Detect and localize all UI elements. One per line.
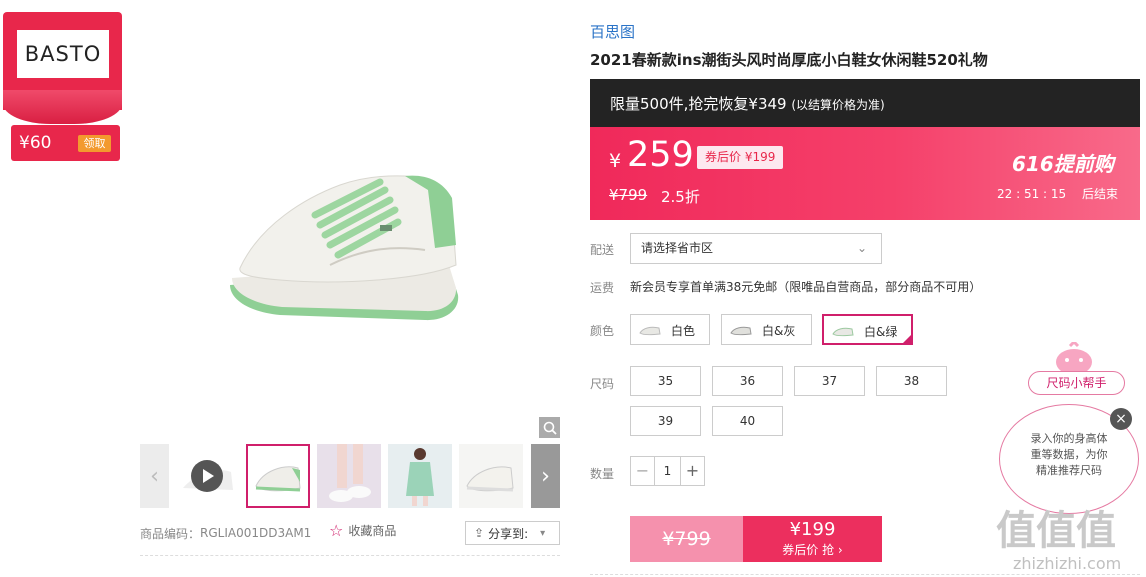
selected-check-icon (901, 333, 913, 345)
bubble-line: 录入你的身高体 (1030, 432, 1108, 445)
shipping-text: 新会员专享首单满38元免邮（限唯品自营商品，部分商品不可用） (630, 280, 982, 294)
share-dropdown[interactable]: ⇪ 分享到: ▾ (465, 521, 560, 545)
sale-price: 259 (627, 135, 694, 175)
color-option-label: 白&灰 (762, 324, 796, 338)
thumbnail-prev-button[interactable]: ‹ (140, 444, 169, 508)
buy-coupon-price: ¥199 (789, 519, 836, 540)
thumbnail-strip: ‹ › (140, 444, 560, 510)
share-icon: ⇪ (474, 526, 485, 540)
size-option[interactable]: 37 (794, 366, 865, 396)
countdown-time: 22 : 51 : 15 (997, 187, 1067, 201)
brand-link[interactable]: 百思图 (590, 21, 635, 42)
delivery-label: 配送 (590, 243, 615, 257)
quantity-plus-button[interactable]: + (680, 457, 704, 485)
thumbnail-shoe-white[interactable] (459, 444, 523, 508)
event-name: 616提前购 (1012, 152, 1114, 176)
brand-coupon-card: BASTO ¥60 领取 (3, 12, 123, 161)
chevron-down-icon: ▾ (540, 527, 546, 539)
divider (590, 574, 1140, 575)
thumbnail-model-full[interactable] (388, 444, 452, 508)
divider (140, 555, 560, 556)
main-product-image[interactable] (140, 0, 560, 438)
size-option[interactable]: 35 (630, 366, 701, 396)
thumbnail-next-button[interactable]: › (531, 444, 560, 508)
size-option[interactable]: 38 (876, 366, 947, 396)
favorite-label: 收藏商品 (348, 524, 397, 538)
size-label: 尺码 (590, 377, 615, 391)
color-option-white-grey[interactable]: 白&灰 (721, 314, 812, 345)
chevron-down-icon: ⌄ (856, 241, 867, 255)
price-box: ¥ 259 券后价 ¥199 ¥799 2.5折 616提前购 22 : 51 … (590, 127, 1140, 220)
limit-banner: 限量500件,抢完恢复¥349 (以结算价格为准) (590, 79, 1140, 127)
limit-text: 限量500件,抢完恢复¥349 (610, 95, 787, 113)
product-code-value: RGLIA001DD3AM1 (200, 526, 312, 540)
shoe-image (230, 175, 459, 321)
size-option[interactable]: 39 (630, 406, 701, 436)
quantity-minus-button[interactable]: − (631, 457, 655, 485)
color-option-label: 白&绿 (864, 325, 898, 339)
limit-note: (以结算价格为准) (791, 98, 885, 112)
product-meta-row: 商品编码： RGLIA001DD3AM1 ☆ 收藏商品 ⇪ 分享到: ▾ (140, 521, 560, 545)
color-option-white[interactable]: 白色 (630, 314, 710, 345)
favorite-button[interactable]: ☆ 收藏商品 (329, 521, 396, 540)
discount: 2.5折 (661, 188, 700, 206)
shoe-mini-icon (730, 326, 752, 336)
product-code-label: 商品编码： (140, 526, 201, 541)
shoe-mini-icon (832, 327, 854, 337)
bubble-line: 精准推荐尺码 (1036, 464, 1102, 477)
thumbnail-model-legs[interactable] (317, 444, 381, 508)
color-label: 颜色 (590, 324, 615, 338)
brand-logo[interactable]: BASTO (17, 30, 109, 78)
watermark-logo: 值值值 (996, 508, 1116, 554)
size-helper-button[interactable]: 尺码小帮手 (1028, 371, 1125, 395)
currency-symbol: ¥ (609, 150, 622, 172)
brand-coupon: ¥60 领取 (11, 125, 120, 161)
shipping-label: 运费 (590, 281, 615, 295)
star-icon: ☆ (329, 521, 344, 540)
region-select-placeholder: 请选择省市区 (641, 241, 714, 255)
countdown: 22 : 51 : 15 后结束 (997, 185, 1118, 202)
thumbnail-shoe-white-green[interactable] (246, 444, 310, 508)
brand-card-curve (3, 90, 122, 124)
quantity-label: 数量 (590, 467, 615, 481)
buy-with-coupon-button[interactable]: ¥199 券后价 抢 › (743, 516, 882, 562)
color-option-label: 白色 (671, 324, 696, 338)
coupon-price-tag: 券后价 ¥199 (697, 146, 784, 169)
zoom-icon[interactable] (539, 417, 560, 438)
watermark-url: zhizhizhi.com (1013, 554, 1122, 573)
shoe-mini-icon (639, 326, 661, 336)
close-icon[interactable]: × (1110, 408, 1132, 430)
color-option-white-green[interactable]: 白&绿 (822, 314, 913, 345)
size-option[interactable]: 36 (712, 366, 783, 396)
original-price: ¥799 (609, 186, 648, 204)
thumbnail-video[interactable] (175, 444, 239, 508)
buy-original-price[interactable]: ¥799 (630, 516, 743, 562)
share-label: 分享到: (488, 526, 529, 541)
claim-coupon-button[interactable]: 领取 (78, 135, 111, 152)
bubble-line: 重等数据，为你 (1030, 448, 1108, 461)
product-title: 2021春新款ins潮街头风时尚厚底小白鞋女休闲鞋520礼物 (590, 51, 988, 69)
quantity-value[interactable]: 1 (655, 457, 680, 485)
size-option[interactable]: 40 (712, 406, 783, 436)
region-select[interactable]: 请选择省市区 ⌄ (630, 233, 882, 264)
countdown-suffix: 后结束 (1081, 187, 1118, 201)
buy-coupon-action: 券后价 抢 › (782, 543, 843, 557)
play-icon (191, 460, 223, 492)
quantity-stepper: − 1 + (630, 456, 705, 486)
coupon-value: ¥60 (19, 133, 52, 153)
